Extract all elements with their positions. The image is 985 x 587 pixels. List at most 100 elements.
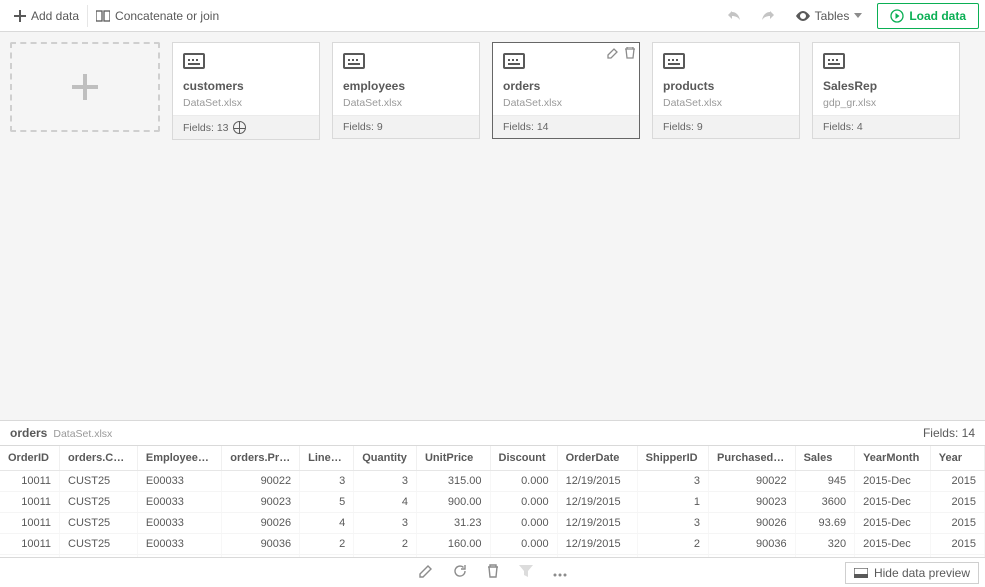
undo-button[interactable]: [721, 3, 747, 29]
plus-icon: [14, 10, 26, 22]
filter-icon: [519, 565, 533, 577]
cell: 4: [300, 513, 354, 534]
card-source: DataSet.xlsx: [183, 97, 309, 109]
cell: E00033: [137, 513, 221, 534]
table-row[interactable]: 10011CUST25E000339002354900.000.00012/19…: [0, 492, 985, 513]
card-fields-label: Fields: 9: [343, 121, 383, 133]
column-header[interactable]: orders.Cust…: [60, 446, 138, 471]
card-source: gdp_gr.xlsx: [823, 97, 949, 109]
card-footer: Fields: 14: [493, 115, 639, 138]
cell: 2015: [930, 471, 984, 492]
cell: 1: [637, 492, 708, 513]
preview-table-source: DataSet.xlsx: [53, 428, 112, 440]
table-row[interactable]: 10011CUST25E00033900264331.230.00012/19/…: [0, 513, 985, 534]
card-title: SalesRep: [823, 79, 949, 93]
cell: 2: [354, 534, 417, 555]
card-fields-label: Fields: 13: [183, 122, 229, 134]
table-row[interactable]: 10011CUST25E000339003622160.000.00012/19…: [0, 534, 985, 555]
cell: 3: [637, 471, 708, 492]
concat-icon: [96, 10, 110, 22]
eye-icon: [796, 11, 810, 21]
card-source: DataSet.xlsx: [663, 97, 789, 109]
load-data-button[interactable]: Load data: [877, 3, 979, 29]
column-header[interactable]: OrderID: [0, 446, 60, 471]
table-row[interactable]: 10011CUST25E000339002233315.000.00012/19…: [0, 471, 985, 492]
filter-action: [519, 565, 533, 580]
cell: 4: [354, 492, 417, 513]
card-fields-label: Fields: 4: [823, 121, 863, 133]
hide-preview-button[interactable]: Hide data preview: [845, 562, 979, 584]
cell: CUST25: [60, 492, 138, 513]
add-table-dropzone[interactable]: [10, 42, 160, 132]
cell: 2015: [930, 492, 984, 513]
card-delete-button[interactable]: [625, 47, 635, 59]
table-card-orders[interactable]: ordersDataSet.xlsxFields: 14: [492, 42, 640, 139]
column-header[interactable]: LineNo: [300, 446, 354, 471]
cell: 2015: [930, 534, 984, 555]
column-header[interactable]: OrderDate: [557, 446, 637, 471]
preview-table-name: orders: [10, 426, 47, 440]
column-header[interactable]: Year: [930, 446, 984, 471]
card-footer: Fields: 9: [653, 115, 799, 138]
undo-icon: [727, 10, 741, 22]
refresh-action[interactable]: [453, 564, 467, 581]
cell: 90023: [222, 492, 300, 513]
cell: 10011: [0, 513, 60, 534]
table-card-SalesRep[interactable]: SalesRep gdp_gr.xlsx Fields: 4: [812, 42, 960, 139]
data-grid[interactable]: OrderIDorders.Cust…EmployeeKeyorders.Pro…: [0, 446, 985, 557]
panel-icon: [854, 568, 868, 578]
delete-action[interactable]: [487, 564, 499, 581]
card-edit-button[interactable]: [607, 47, 619, 59]
dots-icon: [553, 573, 567, 577]
cell: E00033: [137, 471, 221, 492]
table-card-customers[interactable]: customersDataSet.xlsxFields: 13: [172, 42, 320, 140]
data-canvas: customersDataSet.xlsxFields: 13employees…: [0, 32, 985, 150]
column-header[interactable]: ShipperID: [637, 446, 708, 471]
column-header[interactable]: orders.Prod…: [222, 446, 300, 471]
cell: 12/19/2015: [557, 513, 637, 534]
cell: 90036: [709, 534, 796, 555]
cell: 3600: [795, 492, 855, 513]
column-header[interactable]: PurchasedP…: [709, 446, 796, 471]
table-icon: [343, 53, 365, 69]
table-icon: [823, 53, 845, 69]
redo-button[interactable]: [755, 3, 781, 29]
load-data-label: Load data: [909, 9, 966, 23]
column-header[interactable]: Sales: [795, 446, 855, 471]
add-data-button[interactable]: Add data: [6, 5, 88, 27]
edit-action[interactable]: [419, 564, 433, 581]
cell: 2015-Dec: [855, 492, 931, 513]
card-footer: Fields: 4: [813, 115, 959, 138]
play-circle-icon: [890, 9, 904, 23]
cell: 5: [300, 492, 354, 513]
top-toolbar: Add data Concatenate or join Tables Load…: [0, 0, 985, 32]
cell: 0.000: [490, 534, 557, 555]
column-header[interactable]: Discount: [490, 446, 557, 471]
preview-info-bar: orders DataSet.xlsx Fields: 14: [0, 420, 985, 446]
card-source: DataSet.xlsx: [343, 97, 469, 109]
redo-icon: [761, 10, 775, 22]
cell: 90023: [709, 492, 796, 513]
column-header[interactable]: YearMonth: [855, 446, 931, 471]
column-header[interactable]: Quantity: [354, 446, 417, 471]
cell: 10011: [0, 534, 60, 555]
view-tables-label: Tables: [815, 9, 850, 23]
cell: 93.69: [795, 513, 855, 534]
cell: 320: [795, 534, 855, 555]
cell: 2015-Dec: [855, 513, 931, 534]
table-card-products[interactable]: productsDataSet.xlsxFields: 9: [652, 42, 800, 139]
column-header[interactable]: UnitPrice: [416, 446, 490, 471]
view-tables-button[interactable]: Tables: [789, 4, 870, 28]
column-header[interactable]: EmployeeKey: [137, 446, 221, 471]
globe-icon: [233, 121, 246, 134]
cell: 3: [637, 513, 708, 534]
more-action[interactable]: [553, 566, 567, 580]
table-card-employees[interactable]: employeesDataSet.xlsxFields: 9: [332, 42, 480, 139]
table-icon: [663, 53, 685, 69]
cell: 315.00: [416, 471, 490, 492]
cell: 10011: [0, 492, 60, 513]
concat-join-button[interactable]: Concatenate or join: [88, 5, 227, 27]
trash-icon: [625, 47, 635, 59]
cell: 2015-Dec: [855, 471, 931, 492]
cell: 90022: [709, 471, 796, 492]
